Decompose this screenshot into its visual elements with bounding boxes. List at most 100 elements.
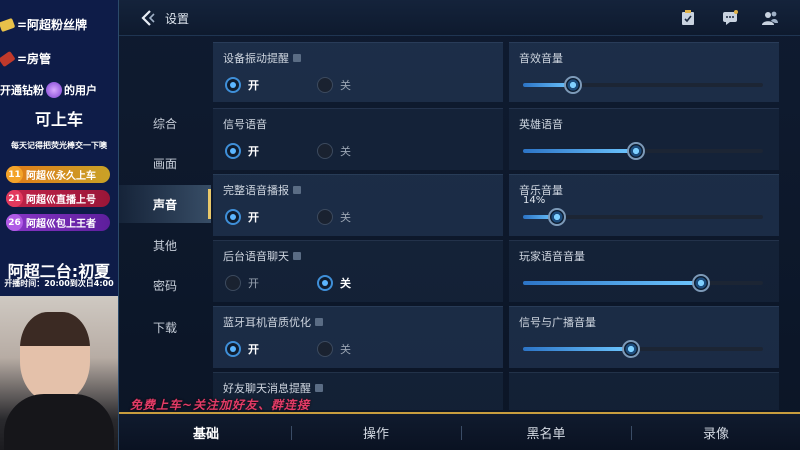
fan-tag-level: 11	[6, 166, 23, 183]
setting-device-vibration: 设备振动提醒 开 关	[213, 42, 503, 102]
radio-dot-icon	[225, 209, 241, 225]
tab-blacklist[interactable]: 黑名单	[471, 420, 621, 444]
help-icon[interactable]	[315, 318, 323, 326]
help-icon[interactable]	[293, 54, 301, 62]
slider-track[interactable]	[523, 340, 763, 358]
setting-title: 好友聊天消息提醒	[223, 380, 323, 396]
slider-track[interactable]	[523, 76, 763, 94]
setting-title: 英雄语音	[519, 116, 563, 132]
settings-screen: 设置 综合 画面 声音 其他 密码 下载 设备振动提醒 开 关 信号语音 开 关…	[118, 0, 800, 450]
setting-label: 玩家语音音量	[519, 250, 585, 263]
radio-label: 开	[248, 343, 259, 356]
tab-basic[interactable]: 基础	[131, 420, 281, 444]
setting-title: 完整语音播报	[223, 182, 301, 198]
setting-full-voice-broadcast: 完整语音播报 开 关	[213, 174, 503, 236]
tab-divider	[291, 426, 292, 440]
sidebar-item-graphics[interactable]: 画面	[119, 144, 211, 182]
fans-badge-line: =阿超粉丝牌	[0, 16, 118, 33]
schedule-text: 开播时间：20:00到次日4:00	[4, 279, 114, 288]
slider-placeholder-row	[509, 372, 779, 410]
tab-controls[interactable]: 操作	[301, 420, 451, 444]
streamer-head	[20, 312, 90, 402]
slider-fill	[523, 281, 701, 285]
help-icon[interactable]	[315, 384, 323, 392]
radio-dot-icon	[225, 275, 241, 291]
radio-dot-icon	[225, 143, 241, 159]
setting-title: 信号语音	[223, 116, 267, 132]
sidebar-item-sound[interactable]: 声音	[119, 185, 211, 223]
room-admin-line: =房管	[0, 50, 118, 67]
slider-thumb[interactable]	[691, 274, 710, 292]
settings-sidebar: 综合 画面 声音 其他 密码 下载	[119, 42, 211, 412]
setting-title: 音效音量	[519, 50, 563, 66]
radio-on[interactable]: 开	[225, 275, 259, 291]
sword-icon	[0, 50, 16, 67]
top-bar: 设置	[119, 0, 800, 36]
sidebar-item-password[interactable]: 密码	[119, 266, 211, 304]
fan-tag-text: 阿超巛永久上车	[26, 171, 96, 182]
radio-off[interactable]: 关	[317, 143, 351, 159]
setting-label: 设备振动提醒	[223, 52, 289, 65]
radio-on[interactable]: 开	[225, 143, 259, 159]
radio-label: 开	[248, 79, 259, 92]
diamond-fan-badge-icon	[46, 82, 62, 98]
radio-dot-icon	[225, 77, 241, 93]
radio-off[interactable]: 关	[317, 275, 351, 291]
tasks-icon[interactable]	[679, 9, 697, 27]
friends-icon[interactable]	[761, 9, 779, 27]
radio-off[interactable]: 关	[317, 341, 351, 357]
setting-title: 蓝牙耳机音质优化	[223, 314, 323, 330]
sidebar-item-download[interactable]: 下载	[119, 308, 211, 346]
tab-replays[interactable]: 录像	[641, 420, 791, 444]
slider-track[interactable]	[523, 274, 763, 292]
open-diamond-suffix: 的用户	[64, 84, 97, 97]
fan-tag-2: 21 阿超巛直播上号	[6, 190, 110, 207]
fans-badge-text: =阿超粉丝牌	[17, 18, 88, 32]
radio-label: 开	[248, 145, 259, 158]
radio-dot-icon	[317, 275, 333, 291]
slider-thumb[interactable]	[622, 340, 640, 358]
slider-thumb[interactable]	[547, 208, 566, 226]
radio-on[interactable]: 开	[225, 209, 259, 225]
slider-player-voice-volume: 玩家语音音量	[509, 240, 779, 302]
slider-fill	[523, 149, 636, 153]
screen: =阿超粉丝牌 =房管 开通钻粉 的用户 可上车 每天记得把荧光棒交一下噢 11 …	[0, 0, 800, 450]
slider-percent: 14%	[523, 195, 546, 206]
setting-bluetooth-audio: 蓝牙耳机音质优化 开 关	[213, 306, 503, 368]
help-icon[interactable]	[293, 252, 301, 260]
chat-icon[interactable]	[721, 9, 739, 27]
radio-off[interactable]: 关	[317, 209, 351, 225]
radio-label: 关	[340, 79, 351, 92]
sidebar-item-other[interactable]: 其他	[119, 226, 211, 264]
tab-divider	[461, 426, 462, 440]
slider-track[interactable]	[523, 142, 763, 160]
setting-label: 音效音量	[519, 52, 563, 65]
bottom-tab-bar: 基础 操作 黑名单 录像	[119, 412, 800, 450]
room-admin-text: =房管	[17, 52, 52, 66]
slider-track[interactable]	[523, 208, 763, 226]
slider-hero-voice: 英雄语音	[509, 108, 779, 170]
radio-on[interactable]: 开	[225, 341, 259, 357]
help-icon[interactable]	[293, 186, 301, 194]
sidebar-item-general[interactable]: 综合	[119, 104, 211, 142]
radio-dot-icon	[317, 143, 333, 159]
glowstick-icon	[0, 17, 16, 32]
open-diamond-prefix: 开通钻粉	[0, 84, 44, 97]
slider-thumb[interactable]	[564, 76, 583, 94]
streamer-body	[4, 394, 114, 450]
fan-tag-level: 26	[6, 214, 23, 231]
slider-music-volume: 音乐音量 14%	[509, 174, 779, 236]
setting-label: 完整语音播报	[223, 184, 289, 197]
back-icon[interactable]	[139, 9, 157, 27]
setting-label: 好友聊天消息提醒	[223, 382, 311, 395]
radio-label: 关	[340, 145, 351, 158]
daily-note: 每天记得把荧光棒交一下噢	[11, 141, 107, 150]
radio-off[interactable]: 关	[317, 77, 351, 93]
slider-thumb[interactable]	[626, 142, 645, 160]
setting-title: 后台语音聊天	[223, 248, 301, 264]
setting-title: 玩家语音音量	[519, 248, 585, 264]
radio-label: 关	[340, 343, 351, 356]
radio-on[interactable]: 开	[225, 77, 259, 93]
slider-fill	[523, 347, 631, 351]
radio-label: 开	[248, 211, 259, 224]
